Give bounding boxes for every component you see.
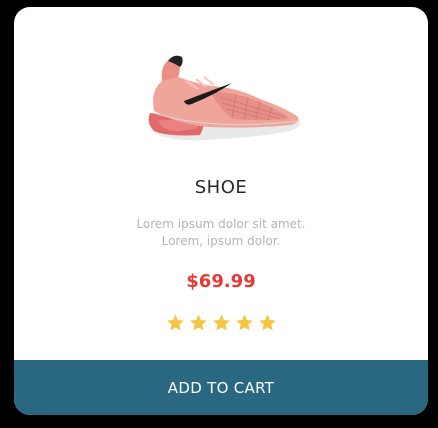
add-to-cart-button[interactable]: ADD TO CART (14, 360, 428, 415)
star-icon (189, 314, 207, 331)
star-icon (212, 314, 230, 331)
star-icon (166, 314, 184, 331)
star-icon (258, 314, 276, 331)
product-image (14, 51, 428, 151)
rating-stars (14, 313, 428, 332)
description-line-2: Lorem, ipsum dolor. (161, 234, 281, 248)
product-card: SHOE Lorem ipsum dolor sit amet. Lorem, … (14, 7, 428, 415)
product-title: SHOE (194, 177, 248, 198)
product-price: $69.99 (186, 271, 256, 292)
sneaker-image (148, 55, 301, 141)
product-description: Lorem ipsum dolor sit amet. Lorem, ipsum… (14, 216, 428, 250)
star-icon (235, 314, 253, 331)
description-line-1: Lorem ipsum dolor sit amet. (136, 217, 306, 231)
